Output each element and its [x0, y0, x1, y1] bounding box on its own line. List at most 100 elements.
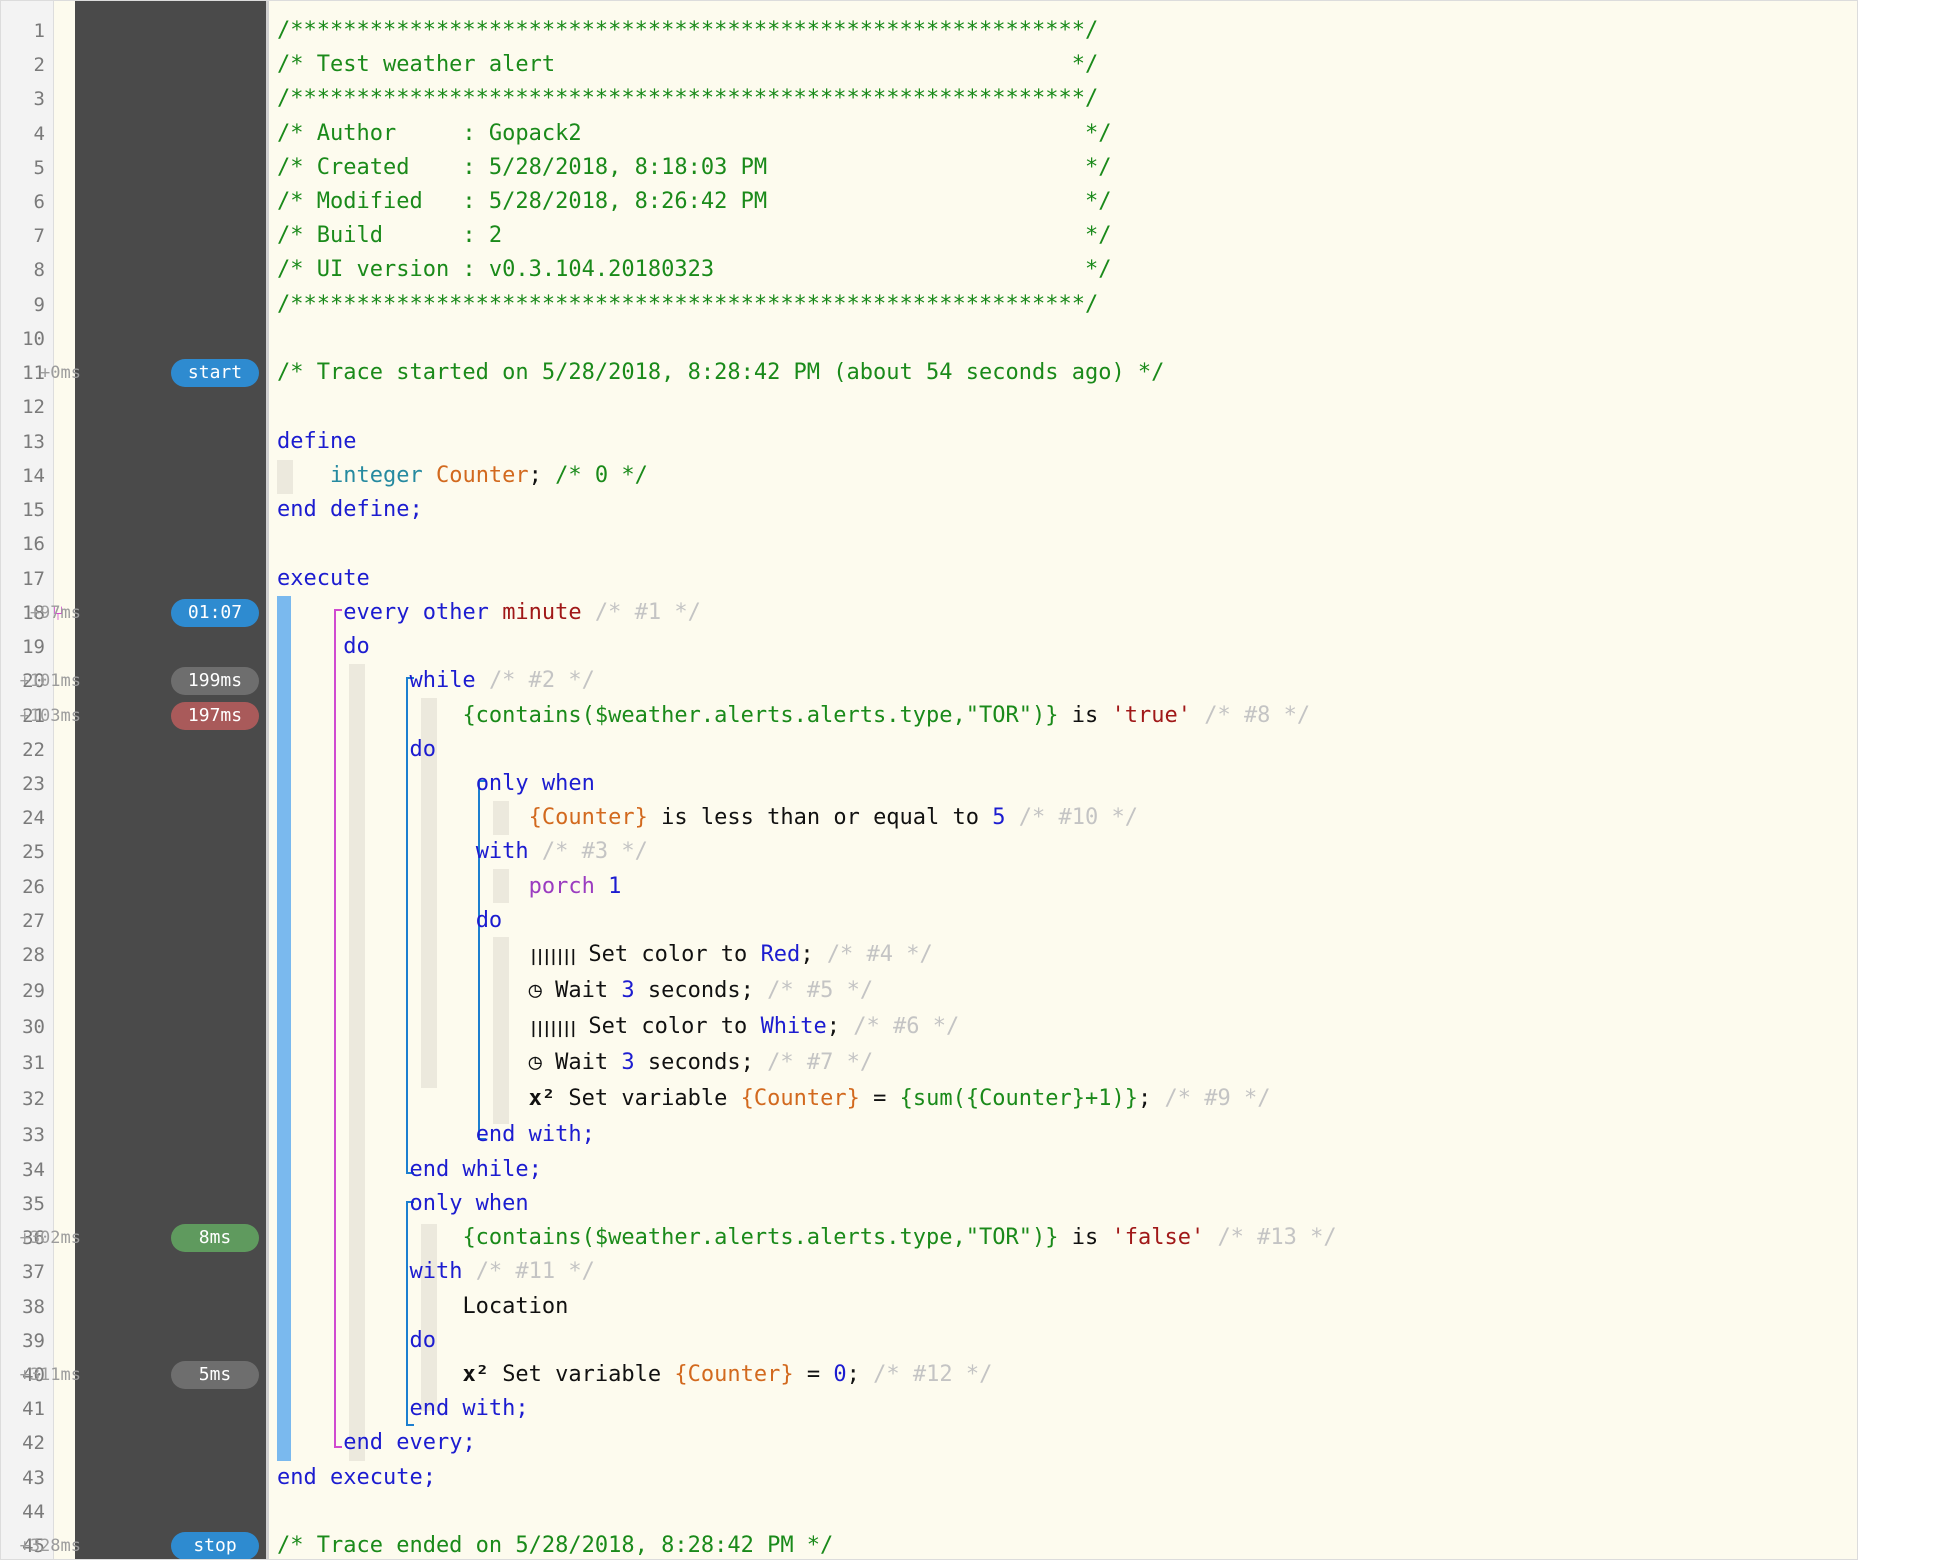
line-number: 44 — [22, 1501, 45, 1523]
line-number: 1 — [33, 20, 45, 42]
line-number: 29 — [22, 980, 45, 1002]
trace-timestamp: +103ms — [19, 706, 81, 726]
line-number: 24 — [22, 807, 45, 829]
code-line-33: end with; — [475, 1122, 595, 1147]
line-number: 11 — [22, 362, 45, 384]
code-line-40: x² Set variable {Counter} = 0; /* #12 */ — [277, 1358, 992, 1392]
line-number: 15 — [22, 499, 45, 521]
code-line-8: /* UI version : v0.3.104.20180323 */ — [277, 257, 1112, 282]
trace-badge[interactable]: 197ms — [171, 702, 259, 730]
code-line-11: /* Trace started on 5/28/2018, 8:28:42 P… — [277, 360, 1165, 385]
code-line-7: /* Build : 2 */ — [277, 223, 1112, 248]
line-number: 33 — [22, 1124, 45, 1146]
line-number: 43 — [22, 1467, 45, 1489]
code-line-5: /* Created : 5/28/2018, 8:18:03 PM */ — [277, 155, 1112, 180]
code-line-37: with /* #11 */ — [409, 1259, 595, 1284]
line-number: 37 — [22, 1261, 45, 1283]
line-number: 23 — [22, 773, 45, 795]
trace-timestamp: +328ms — [19, 1536, 81, 1556]
line-number: 16 — [22, 533, 45, 555]
trace-badge[interactable]: 01:07 — [171, 599, 259, 627]
code-line-1: /***************************************… — [277, 18, 1099, 43]
line-number: 42 — [22, 1432, 45, 1454]
line-number: 7 — [33, 225, 45, 247]
code-line-30: ||||||| Set color to White; /* #6 */ — [277, 1010, 960, 1045]
barcode-icon: ||||||| — [528, 1018, 578, 1037]
code-line-39: do — [409, 1328, 436, 1353]
code-line-32: x² Set variable {Counter} = {sum({Counte… — [277, 1082, 1271, 1116]
trace-badge[interactable]: 5ms — [171, 1361, 259, 1389]
trace-timestamp: +97ms — [29, 603, 81, 623]
trace-gutter — [75, 1, 266, 1559]
code-line-20: while /* #2 */ — [409, 668, 595, 693]
line-number: 41 — [22, 1398, 45, 1420]
code-line-24: {Counter} is less than or equal to 5 /* … — [528, 805, 1138, 830]
code-line-38: Location — [462, 1294, 569, 1319]
code-line-23: only when — [475, 771, 595, 796]
code-line-27: do — [475, 908, 503, 933]
trace-badge[interactable]: stop — [171, 1532, 259, 1559]
trace-badge[interactable]: 199ms — [171, 667, 259, 695]
line-number: 25 — [22, 841, 45, 863]
code-line-45: /* Trace ended on 5/28/2018, 8:28:42 PM … — [277, 1533, 834, 1558]
code-line-35: only when — [409, 1191, 529, 1216]
code-line-18: every other minute /* #1 */ — [343, 600, 701, 625]
code-line-4: /* Author : Gopack2 */ — [277, 121, 1112, 146]
line-number: 17 — [22, 568, 45, 590]
code-line-22: do — [409, 737, 436, 762]
code-line-3: /***************************************… — [277, 86, 1099, 111]
code-line-15: end define; — [277, 497, 423, 522]
code-line-14: integer Counter; /* 0 */ — [329, 463, 648, 488]
code-line-6: /* Modified : 5/28/2018, 8:26:42 PM */ — [277, 189, 1112, 214]
trace-badge[interactable]: 8ms — [171, 1224, 259, 1252]
line-number: 35 — [22, 1193, 45, 1215]
trace-timestamp: +311ms — [19, 1365, 81, 1385]
code-line-31: ◷ Wait 3 seconds; /* #7 */ — [277, 1046, 873, 1080]
code-line-17: execute — [277, 566, 370, 591]
line-number: 10 — [22, 328, 45, 350]
line-number: 12 — [22, 396, 45, 418]
variable-icon: x² — [528, 1086, 556, 1111]
code-line-28: ||||||| Set color to Red; /* #4 */ — [277, 938, 933, 973]
line-number: 5 — [33, 157, 45, 179]
code-line-9: /***************************************… — [277, 292, 1099, 317]
line-number: 2 — [33, 54, 45, 76]
code-line-41: end with; — [409, 1396, 529, 1421]
code-line-25: with /* #3 */ — [475, 839, 648, 864]
line-number: 14 — [22, 465, 45, 487]
line-number: 6 — [33, 191, 45, 213]
code-line-43: end execute; — [277, 1465, 436, 1490]
code-line-36: {contains($weather.alerts.alerts.type,"T… — [462, 1225, 1337, 1250]
line-number: 34 — [22, 1159, 45, 1181]
code-line-42: end every; — [343, 1430, 476, 1455]
clock-icon: ◷ — [528, 1050, 542, 1075]
line-number: 31 — [22, 1052, 45, 1074]
line-number: 38 — [22, 1296, 45, 1318]
trace-timestamp: +302ms — [19, 1228, 81, 1248]
code-line-34: end while; — [409, 1157, 542, 1182]
code-line-2: /* Test weather alert */ — [277, 52, 1099, 77]
code-line-13: define — [277, 429, 357, 454]
gutter-separator — [266, 1, 269, 1559]
line-number: 39 — [22, 1330, 45, 1352]
trace-badge[interactable]: start — [171, 359, 259, 387]
line-number: 28 — [22, 944, 45, 966]
line-number: 22 — [22, 739, 45, 761]
code-line-21: {contains($weather.alerts.alerts.type,"T… — [462, 703, 1311, 728]
line-number: 27 — [22, 910, 45, 932]
line-number: 32 — [22, 1088, 45, 1110]
line-number: 8 — [33, 259, 45, 281]
code-line-19: do — [343, 634, 370, 659]
line-number: 19 — [22, 636, 45, 658]
trace-timestamp: +101ms — [19, 671, 81, 691]
variable-icon: x² — [462, 1362, 489, 1387]
line-number: 13 — [22, 431, 45, 453]
code-line-26: porch 1 — [528, 874, 622, 899]
line-number: 3 — [33, 88, 45, 110]
line-number: 4 — [33, 123, 45, 145]
barcode-icon: ||||||| — [528, 946, 578, 965]
clock-icon: ◷ — [528, 978, 542, 1003]
code-editor: ⑂ 1 2 3 4 5 6 7 8 9 10 11 12 13 14 15 16 17 18 19 20 21 22 23 2… — [0, 0, 1858, 1560]
code-line-29: ◷ Wait 3 seconds; /* #5 */ — [277, 974, 873, 1008]
trace-timestamp: +0ms — [40, 363, 81, 383]
